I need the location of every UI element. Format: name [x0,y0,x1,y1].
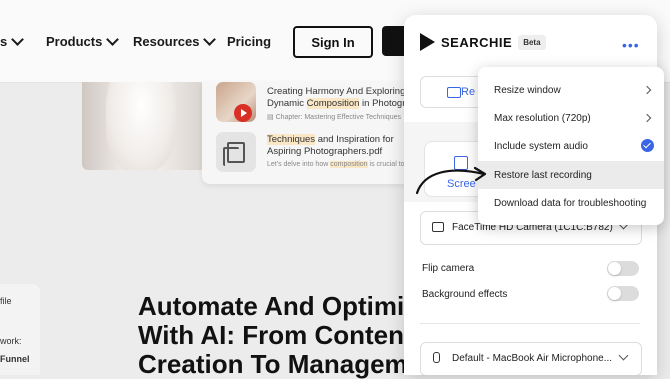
flip-camera-toggle[interactable] [607,261,639,276]
chevron-right-icon [642,85,652,95]
nav-item-label: Products [46,34,103,49]
menu-item-label: Download data for troubleshooting [494,197,647,209]
menu-item-restore-last-recording[interactable]: Restore last recording [478,161,664,189]
microphone-select[interactable]: Default - MacBook Air Microphone... [420,342,642,375]
result-title-text: Dynamic [267,98,307,109]
result-title-highlight: Composition [306,98,360,109]
page-headline: Automate And Optimiz With AI: From Conte… [138,292,438,379]
menu-item-label: Resize window [494,84,561,96]
hero-image [82,82,206,170]
divider [420,323,640,324]
result-subtitle: Let's delve into how composition is cruc… [267,161,410,168]
chevron-right-icon [642,113,652,123]
nav-item-label: Pricing [227,34,272,49]
microphone-select-value: Default - MacBook Air Microphone... [452,353,613,364]
background-effects-toggle[interactable] [607,286,639,301]
searchie-logo-icon [420,33,435,51]
document-thumbnail[interactable] [216,132,256,172]
menu-item-label: Include system audio [494,140,588,152]
brand-name: SEARCHIE [441,34,513,50]
chevron-down-icon [106,33,120,46]
more-options-icon[interactable]: ••• [622,37,640,53]
menu-item-max-resolution[interactable]: Max resolution (720p) [478,104,664,132]
nav-item-resources[interactable]: Resources [133,33,217,49]
toggle-knob [608,262,621,275]
options-menu: Resize window Max resolution (720p) Incl… [478,67,664,225]
nav-item-pricing[interactable]: Pricing [227,34,271,49]
result-sub-highlight: composition [330,161,368,168]
result-title-text: in Photogr [359,98,406,109]
nav-item-label: s [0,34,8,49]
side-card-text: work: [0,336,22,346]
headline-line: Automate And Optimiz [138,291,418,321]
menu-item-include-system-audio[interactable]: Include system audio [478,132,664,160]
result-sub-text: Chapter: Mastering Effective Techniques [275,114,401,121]
menu-item-resize-window[interactable]: Resize window [478,76,664,104]
result-sub-text: Let's delve into how [267,161,331,168]
sign-in-button[interactable]: Sign In [293,26,373,58]
side-card-text: Funnel [0,354,30,364]
nav-item-partial[interactable]: s [0,33,25,49]
result-title-line1: Creating Harmony And Exploring [267,86,406,97]
toggle-knob [608,287,621,300]
camera-icon [432,222,444,232]
person-figure [106,82,176,170]
chevron-down-icon [618,350,629,361]
flip-camera-label: Flip camera [422,263,475,274]
pointer-arrow-icon [415,166,487,195]
menu-item-label: Max resolution (720p) [494,112,591,124]
background-effects-label: Background effects [422,289,508,300]
result-title[interactable]: Techniques and Inspiration for Aspiring … [267,134,407,158]
chapter-icon: ▤ [267,114,276,121]
youtube-icon [234,104,252,122]
nav-item-products[interactable]: Products [46,33,120,49]
menu-item-label: Restore last recording [494,169,592,181]
microphone-icon [433,352,440,363]
side-card: file work: Funnel [0,284,40,375]
search-results-card: Creating Harmony And Exploring Dynamic C… [202,82,412,184]
brand-logo: SEARCHIE Beta [420,33,546,51]
chevron-down-icon [203,33,217,46]
result-subtitle: ▤ Chapter: Mastering Effective Technique… [267,113,401,121]
checkmark-icon [641,139,654,152]
camera-icon [447,86,461,98]
side-card-text: file [0,296,12,306]
result-title-highlight: Techniques [267,134,316,145]
result-title-text: Aspiring Photographers.pdf [267,146,383,157]
beta-badge: Beta [518,34,546,50]
document-icon [223,141,245,166]
record-camera-tab[interactable]: Re [420,76,486,108]
tab-label: Re [461,86,476,98]
headline-line: With AI: From Content [138,320,413,350]
menu-item-download-data[interactable]: Download data for troubleshooting [478,189,664,217]
result-title[interactable]: Creating Harmony And Exploring Dynamic C… [267,86,407,110]
nav-item-label: Resources [133,34,200,49]
chevron-down-icon [11,33,25,46]
result-title-text: and Inspiration for [315,134,394,145]
